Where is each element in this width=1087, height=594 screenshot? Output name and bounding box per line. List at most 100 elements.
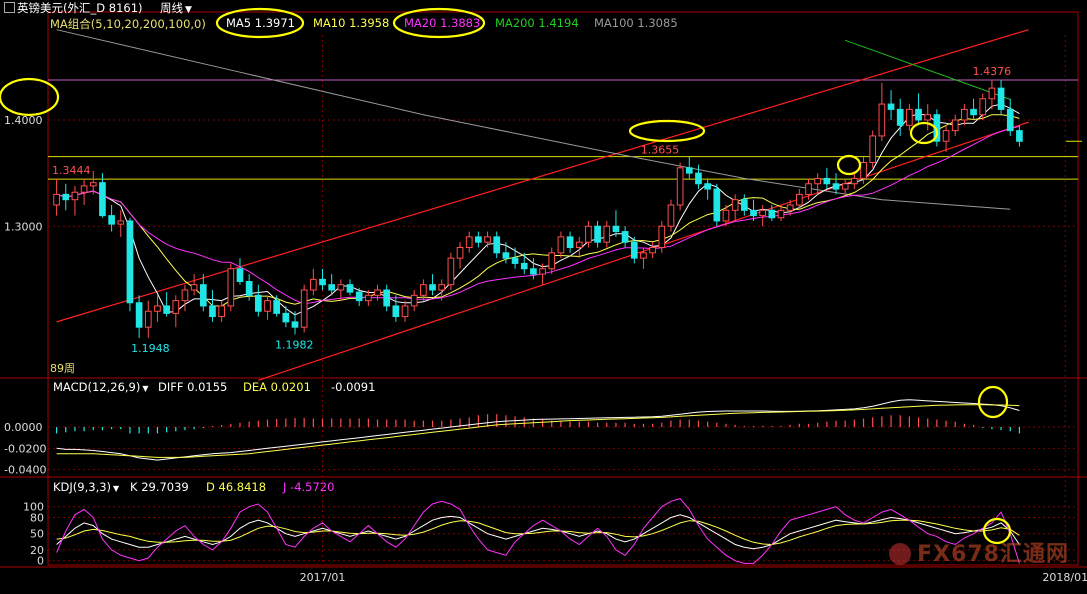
candle-body	[484, 236, 491, 243]
kdj-tick-label: 80	[30, 512, 44, 525]
candle-body	[273, 300, 281, 314]
candle-body	[456, 247, 464, 259]
candle-body	[502, 252, 510, 259]
candle-body	[997, 87, 1005, 110]
candle-body	[786, 204, 794, 211]
candle-body	[860, 162, 867, 179]
low2-price-label: 1.1982	[275, 338, 314, 351]
candle-body	[392, 305, 400, 318]
candle-body	[851, 177, 858, 185]
symbol-label: 英镑美元(外汇_D 8161)	[17, 1, 143, 15]
candle-body	[768, 209, 776, 219]
macd-value: -0.0091	[331, 380, 376, 394]
ma-group-label[interactable]: MA组合(5,10,20,200,100,0)	[50, 16, 206, 32]
kdj-k: K 29.7039	[130, 480, 189, 494]
highlight-price-level	[0, 77, 60, 117]
dropdown-square-icon[interactable]	[4, 2, 15, 13]
period-selector[interactable]: 周线 ▼	[160, 0, 192, 16]
high-price-label: 1.4376	[973, 65, 1012, 78]
macd-tick-label: -0.0400	[4, 464, 46, 477]
candle-body	[1006, 108, 1014, 132]
ma20-value: MA20 1.3883	[404, 16, 481, 30]
candle-body	[300, 289, 308, 328]
ma10-value: MA10 1.3958	[313, 16, 390, 30]
time-tick-label: 2018/01	[1042, 571, 1087, 584]
macd-diff: DIFF 0.0155	[158, 380, 228, 394]
candle-body	[89, 182, 97, 187]
candle-body	[511, 257, 519, 264]
candle-body	[832, 183, 840, 190]
candle-body	[144, 310, 152, 328]
candle-body	[163, 305, 170, 314]
macd-dea-line	[56, 404, 1020, 458]
candle-body	[676, 167, 684, 206]
chevron-down-icon: ▼	[142, 384, 149, 393]
candle-body	[355, 291, 363, 302]
candle-body	[71, 191, 79, 201]
candle-body	[722, 209, 730, 222]
candle-body	[841, 183, 849, 190]
candle-body	[108, 215, 115, 225]
candle-body	[328, 284, 336, 291]
candle-body	[704, 183, 711, 190]
highlight-pullback	[909, 121, 939, 145]
period-label: 周线	[160, 1, 183, 15]
candle-body	[209, 305, 216, 318]
candle-body	[548, 252, 556, 270]
candle-body	[172, 300, 180, 314]
candle-body	[383, 289, 391, 307]
candle-body	[493, 236, 501, 254]
candle-body	[117, 220, 125, 225]
candle-body	[695, 172, 702, 185]
candle-body	[236, 268, 244, 282]
candle-body	[951, 119, 959, 132]
candle-body	[887, 103, 895, 110]
low1-price-label: 1.1948	[131, 342, 170, 355]
symbol-title[interactable]: 英镑美元(外汇_D 8161)	[4, 0, 143, 16]
candle-body	[80, 185, 88, 193]
candle-body	[924, 114, 932, 121]
ma100-line	[56, 29, 1011, 210]
candle-body	[181, 289, 189, 302]
candle-body	[915, 108, 922, 121]
candle-body	[1016, 130, 1023, 142]
macd-panel	[55, 399, 1021, 461]
candle-body	[99, 182, 106, 217]
candle-body	[731, 199, 739, 211]
kdj-tick-label: 0	[37, 555, 44, 568]
chart-stage: 1.4000 1.3000 0.0000 -0.0200 -0.0400 100 80 50 2…	[0, 0, 1087, 590]
kdj-panel	[56, 498, 1020, 564]
candle-body	[199, 284, 207, 307]
weeks-count-label: 89周	[50, 362, 75, 375]
kdj-j-line	[56, 498, 1020, 564]
candle-body	[420, 284, 427, 296]
candle-body	[979, 98, 987, 116]
candle-body	[62, 193, 70, 201]
candle-body	[970, 108, 977, 116]
candle-body	[254, 294, 262, 312]
stock-chart[interactable]: 1.40001.30000.0000-0.0200-0.040010080502…	[0, 0, 1087, 590]
kdj-k-line	[56, 514, 1020, 550]
candle-body	[630, 241, 638, 259]
candle-body	[777, 209, 785, 219]
candle-body	[53, 193, 60, 206]
candle-body	[961, 108, 968, 121]
candle-body	[135, 302, 143, 328]
candle-body	[814, 177, 822, 185]
macd-tick-label: -0.0200	[4, 442, 46, 455]
candle-body	[942, 130, 950, 142]
macd-label[interactable]: MACD(12,26,9) ▼	[53, 380, 149, 394]
kdj-label[interactable]: KDJ(9,3,3) ▼	[53, 480, 119, 494]
candle-body	[337, 284, 345, 291]
candle-body	[190, 284, 198, 291]
candle-body	[906, 108, 913, 126]
candle-body	[218, 305, 225, 318]
kdj-tick-label: 50	[30, 528, 44, 541]
candle-body	[291, 321, 299, 328]
candle-body	[878, 103, 886, 137]
candle-body	[475, 236, 482, 243]
highlight-ma-touch	[836, 154, 862, 176]
candle-body	[869, 135, 877, 163]
candle-body	[685, 167, 693, 174]
candle-body	[896, 108, 904, 126]
